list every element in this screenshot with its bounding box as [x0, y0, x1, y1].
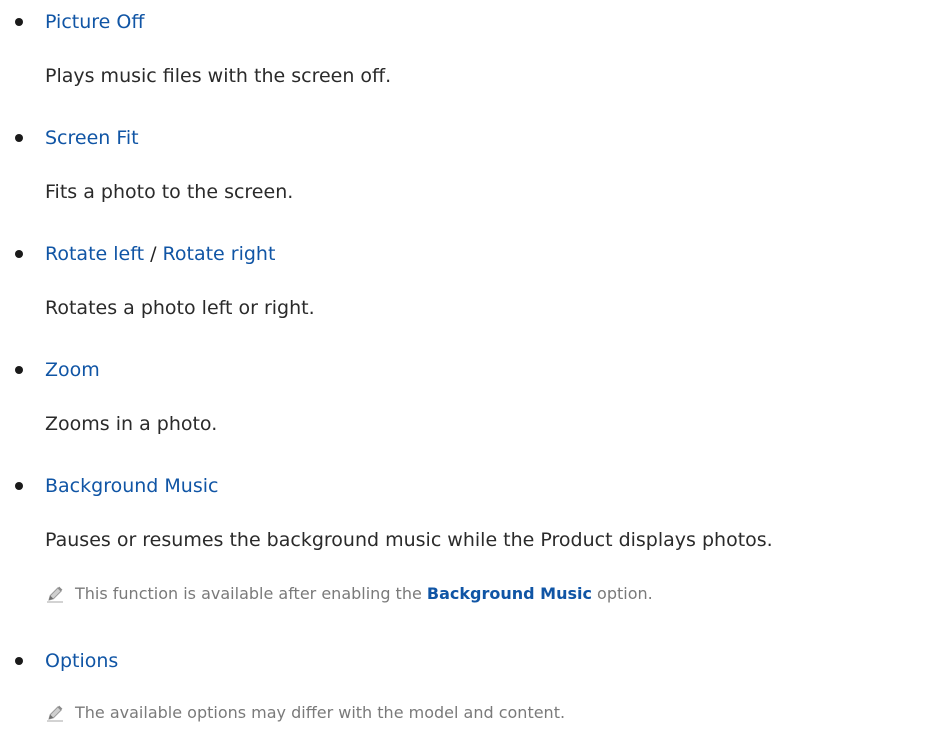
bullet [15, 18, 23, 26]
item-title-rotate-left: Rotate left [45, 243, 145, 265]
pencil-note-icon [47, 705, 63, 722]
bullet [15, 366, 23, 374]
note-text: The available options may differ with th… [75, 703, 566, 722]
item-description-zoom: Zooms in a photo. [45, 413, 218, 435]
item-description-picture-off: Plays music files with the screen off. [45, 65, 392, 87]
bullet [15, 482, 23, 490]
bullet [15, 250, 23, 258]
item-title-rotate: Rotate left / Rotate right [45, 242, 275, 266]
item-description-screen-fit: Fits a photo to the screen. [45, 181, 294, 203]
item-description-background-music: Pauses or resumes the background music w… [45, 529, 773, 551]
title-separator: / [144, 243, 163, 265]
item-description-rotate: Rotates a photo left or right. [45, 297, 315, 319]
item-title-rotate-right: Rotate right [162, 243, 276, 265]
note-text-before: This function is available after enablin… [75, 584, 427, 603]
note-text: This function is available after enablin… [75, 583, 653, 605]
note-highlight-background-music: Background Music [426, 584, 592, 603]
item-title-screen-fit: Screen Fit [45, 127, 139, 149]
item-title-zoom: Zoom [45, 359, 100, 381]
item-title-picture-off: Picture Off [45, 11, 145, 33]
item-title-options: Options [45, 650, 119, 672]
item-title-background-music: Background Music [45, 475, 219, 497]
note-text-after: option. [591, 584, 653, 603]
bullet [15, 657, 23, 665]
bullet [15, 134, 23, 142]
pencil-note-icon [47, 586, 63, 603]
